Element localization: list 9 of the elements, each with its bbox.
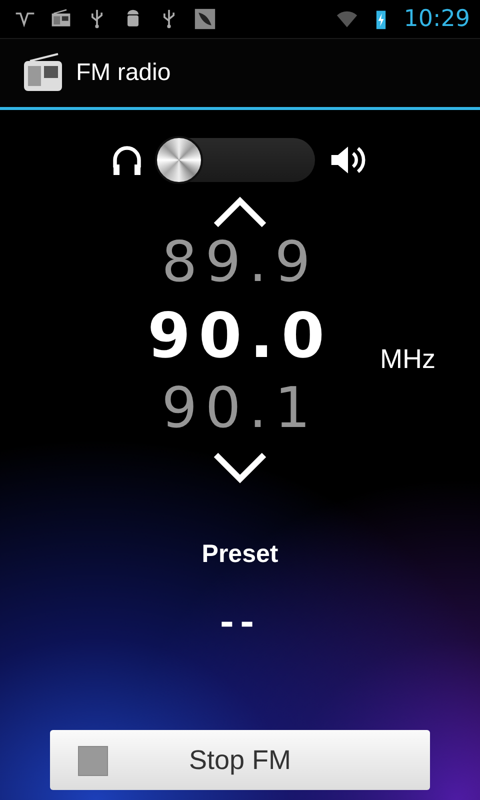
- app-title: FM radio: [76, 59, 171, 87]
- frequency-option[interactable]: 89.9: [162, 228, 318, 298]
- frequency-option[interactable]: 90.1: [162, 374, 318, 444]
- clock: 10:29: [404, 6, 470, 32]
- frequency-option[interactable]: 90.0: [148, 298, 332, 374]
- preset-label: Preset: [202, 540, 278, 569]
- frequency-unit: MHz: [380, 344, 436, 375]
- stop-fm-button[interactable]: Stop FM: [50, 730, 430, 790]
- preset-value: --: [220, 603, 260, 643]
